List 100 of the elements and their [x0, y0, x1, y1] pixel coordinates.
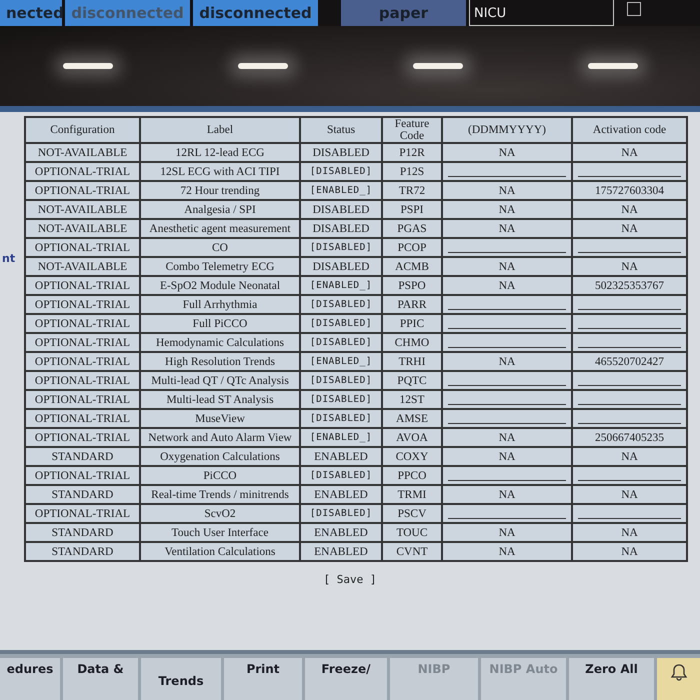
table-cell: OPTIONAL-TRIAL: [25, 162, 140, 181]
status-toggle[interactable]: [ENABLED_]: [300, 428, 382, 447]
table-cell: NA: [442, 276, 572, 295]
table-cell: NA: [442, 428, 572, 447]
table-cell: NA: [442, 219, 572, 238]
table-cell: OPTIONAL-TRIAL: [25, 333, 140, 352]
light-glare: [412, 63, 462, 69]
table-cell: Multi-lead QT / QTc Analysis: [140, 371, 300, 390]
fill-in-line[interactable]: [448, 308, 566, 310]
table-cell: DISABLED: [300, 200, 382, 219]
table-cell: NA: [442, 523, 572, 542]
light-glare: [588, 63, 638, 69]
table-cell: NOT-AVAILABLE: [25, 200, 140, 219]
table-cell: PQTC: [382, 371, 442, 390]
table-cell: NA: [442, 352, 572, 371]
table-cell: NA: [572, 485, 687, 504]
table-cell: TRHI: [382, 352, 442, 371]
status-toggle[interactable]: [DISABLED]: [300, 409, 382, 428]
status-toggle[interactable]: [ENABLED_]: [300, 352, 382, 371]
toolbar-button[interactable]: edures: [0, 658, 60, 700]
table-cell: PiCCO: [140, 466, 300, 485]
checkbox[interactable]: [627, 2, 641, 16]
table-cell: COXY: [382, 447, 442, 466]
light-glare: [62, 63, 112, 69]
status-toggle[interactable]: [ENABLED_]: [300, 181, 382, 200]
table-cell: PPCO: [382, 466, 442, 485]
table-cell: MuseView: [140, 409, 300, 428]
table-cell: DISABLED: [300, 257, 382, 276]
table-cell: CHMO: [382, 333, 442, 352]
fill-in-line[interactable]: [578, 422, 681, 424]
fill-in-line[interactable]: [578, 346, 681, 348]
table-cell: 250667405235: [572, 428, 687, 447]
table-cell: ScvO2: [140, 504, 300, 523]
table-cell: Real-time Trends / minitrends: [140, 485, 300, 504]
table-cell: P12R: [382, 143, 442, 162]
table-cell: Multi-lead ST Analysis: [140, 390, 300, 409]
table-cell: STANDARD: [25, 542, 140, 561]
table-cell: P12S: [382, 162, 442, 181]
table-cell: ENABLED: [300, 542, 382, 561]
table-cell: Anesthetic agent measurement: [140, 219, 300, 238]
fill-in-line[interactable]: [448, 384, 566, 386]
fill-in-line[interactable]: [448, 422, 566, 424]
table-cell: PGAS: [382, 219, 442, 238]
save-button[interactable]: [ Save ]: [318, 572, 382, 587]
table-cell: 72 Hour trending: [140, 181, 300, 200]
table-cell: OPTIONAL-TRIAL: [25, 352, 140, 371]
light-glare: [238, 63, 288, 69]
table-cell: ACMB: [382, 257, 442, 276]
table-cell: NA: [572, 219, 687, 238]
alarm-button[interactable]: [657, 658, 700, 700]
table-cell: TOUC: [382, 523, 442, 542]
table-cell: PCOP: [382, 238, 442, 257]
status-toggle[interactable]: [DISABLED]: [300, 333, 382, 352]
toolbar-button[interactable]: Data &: [63, 658, 138, 700]
fill-in-line[interactable]: [448, 346, 566, 348]
table-cell: DISABLED: [300, 143, 382, 162]
table-cell: Touch User Interface: [140, 523, 300, 542]
table-cell: Hemodynamic Calculations: [140, 333, 300, 352]
table-cell: NA: [442, 542, 572, 561]
status-toggle[interactable]: [DISABLED]: [300, 295, 382, 314]
table-cell: PPIC: [382, 314, 442, 333]
table-cell: TRMI: [382, 485, 442, 504]
status-toggle[interactable]: [DISABLED]: [300, 390, 382, 409]
status-toggle[interactable]: [DISABLED]: [300, 371, 382, 390]
table-cell: AVOA: [382, 428, 442, 447]
toolbar-button[interactable]: Print: [224, 658, 302, 700]
table-cell: PARR: [382, 295, 442, 314]
table-cell: 12ST: [382, 390, 442, 409]
table-cell: DISABLED: [300, 219, 382, 238]
table-cell: OPTIONAL-TRIAL: [25, 390, 140, 409]
table-cell: STANDARD: [25, 447, 140, 466]
status-toggle[interactable]: [DISABLED]: [300, 466, 382, 485]
table-cell: Full PiCCO: [140, 314, 300, 333]
table-cell: 502325353767: [572, 276, 687, 295]
status-toggle[interactable]: [DISABLED]: [300, 314, 382, 333]
status-toggle[interactable]: [ENABLED_]: [300, 276, 382, 295]
table-cell: High Resolution Trends: [140, 352, 300, 371]
table-cell: NA: [442, 200, 572, 219]
table-cell: NOT-AVAILABLE: [25, 257, 140, 276]
toolbar-button[interactable]: Freeze/: [305, 658, 387, 700]
table-cell: PSPO: [382, 276, 442, 295]
table-cell: OPTIONAL-TRIAL: [25, 314, 140, 333]
table-cell: NA: [572, 257, 687, 276]
table-cell: ENABLED: [300, 485, 382, 504]
fill-in-line[interactable]: [578, 308, 681, 310]
table-cell: STANDARD: [25, 523, 140, 542]
bell-icon: [668, 662, 688, 682]
table-cell: OPTIONAL-TRIAL: [25, 276, 140, 295]
status-toggle[interactable]: [DISABLED]: [300, 504, 382, 523]
table-cell: 175727603304: [572, 181, 687, 200]
status-toggle[interactable]: [DISABLED]: [300, 162, 382, 181]
toolbar-button[interactable]: Zero All: [569, 658, 654, 700]
table-cell: CVNT: [382, 542, 442, 561]
status-toggle[interactable]: [DISABLED]: [300, 238, 382, 257]
toolbar-button[interactable]: Trends: [141, 658, 221, 700]
table-cell: OPTIONAL-TRIAL: [25, 238, 140, 257]
fill-in-line[interactable]: [578, 384, 681, 386]
column-header: Label: [140, 117, 300, 143]
status-button[interactable]: disconnected: [193, 0, 318, 26]
table-cell: OPTIONAL-TRIAL: [25, 428, 140, 447]
